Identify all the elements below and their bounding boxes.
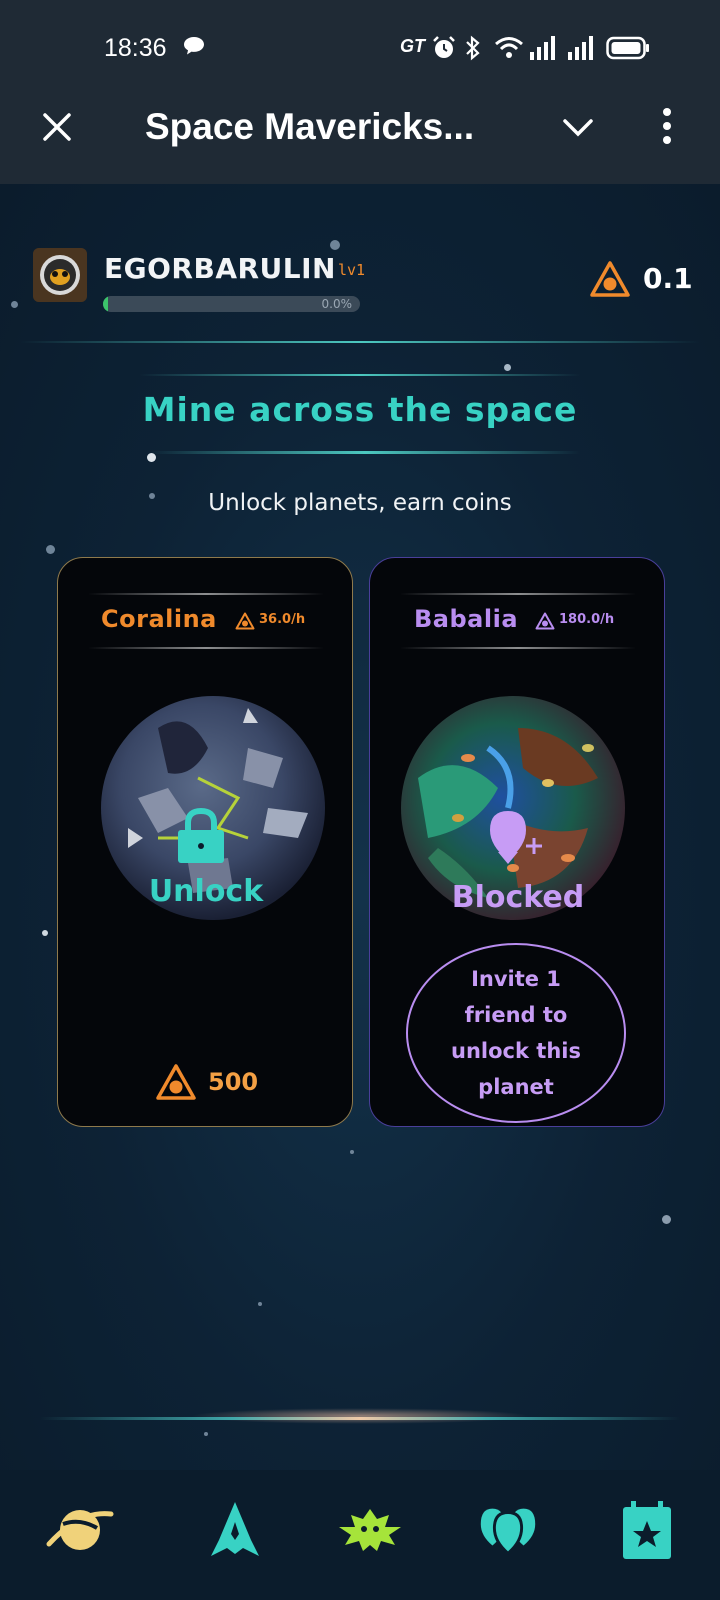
lock-icon: [178, 808, 224, 863]
avatar-image: [33, 248, 87, 302]
page-title: Mine across the space: [142, 390, 578, 429]
mining-rate: 180.0/h: [559, 612, 615, 627]
star-dot: [46, 545, 55, 554]
alarm-icon: [433, 36, 455, 58]
level-badge: lv1: [338, 261, 366, 279]
planet-card-coralina[interactable]: Coralina 36.0/h Unlock 500: [57, 557, 353, 1127]
card-divider: [400, 647, 636, 649]
carrier-badge: GT: [400, 36, 425, 56]
card-divider: [400, 593, 636, 595]
coin-icon: [156, 1064, 196, 1100]
close-icon[interactable]: [42, 112, 72, 142]
coin-icon: [535, 612, 555, 630]
chevron-down-icon[interactable]: [562, 118, 594, 138]
card-divider: [88, 647, 324, 649]
chat-bubble-icon: [184, 37, 204, 55]
star-dot: [350, 1150, 354, 1154]
bluetooth-icon: [466, 35, 480, 61]
unlock-button[interactable]: Unlock: [58, 874, 352, 909]
divider: [150, 451, 580, 454]
username: EGORBARULIN: [104, 252, 336, 285]
planet-icon: [46, 1510, 114, 1550]
divider: [20, 341, 700, 343]
nav-friends[interactable]: [473, 1495, 543, 1565]
nav-divider: [40, 1417, 680, 1420]
more-vert-icon[interactable]: [662, 108, 672, 144]
star-dot: [330, 240, 340, 250]
nav-planets[interactable]: [45, 1495, 115, 1565]
nav-invaders[interactable]: [335, 1495, 405, 1565]
planet-name: Babalia: [414, 605, 519, 633]
card-divider: [88, 593, 324, 595]
ship-icon: [211, 1502, 259, 1556]
tasks-icon: [623, 1501, 671, 1559]
unlock-cost: 500: [208, 1068, 259, 1096]
signal-icon: [530, 36, 555, 60]
signal-icon: [568, 36, 593, 60]
status-time: 18:36: [104, 34, 167, 62]
star-dot: [662, 1215, 671, 1224]
coin-balance: 0.1: [643, 262, 693, 295]
invite-friend-icon: [490, 811, 542, 864]
star-dot: [258, 1302, 262, 1306]
xp-progress-text: 0.0%: [321, 297, 353, 311]
planet-name: Coralina: [101, 605, 217, 633]
wifi-icon: [495, 37, 523, 58]
coin-icon: [590, 261, 630, 297]
avatar[interactable]: [33, 248, 87, 302]
coin-icon: [235, 612, 255, 630]
blocked-status: Blocked: [451, 880, 585, 915]
divider: [140, 374, 580, 376]
star-dot: [147, 453, 156, 462]
nav-tasks[interactable]: [612, 1495, 682, 1565]
invader-icon: [339, 1509, 401, 1551]
star-dot: [504, 364, 511, 371]
nav-ship[interactable]: [200, 1495, 270, 1565]
star-dot: [11, 301, 18, 308]
battery-icon: [606, 36, 649, 60]
invite-friend-button[interactable]: Invite 1 friend to unlock this planet: [406, 943, 626, 1123]
star-dot: [204, 1432, 208, 1436]
friends-icon: [480, 1508, 536, 1556]
xp-progress-bar: 0.0%: [103, 296, 360, 312]
invite-text: Invite 1 friend to unlock this planet: [451, 967, 581, 1099]
mining-rate: 36.0/h: [259, 612, 306, 627]
star-dot: [42, 930, 48, 936]
status-bar: 18:36 GT: [0, 0, 720, 88]
page-subtitle: Unlock planets, earn coins: [208, 490, 512, 516]
app-title: Space Mavericks...: [145, 106, 475, 147]
nav-glow: [190, 1408, 530, 1424]
xp-progress-fill: [103, 296, 109, 312]
planet-card-babalia[interactable]: Babalia 180.0/h Blocked Invite 1 friend …: [369, 557, 665, 1127]
